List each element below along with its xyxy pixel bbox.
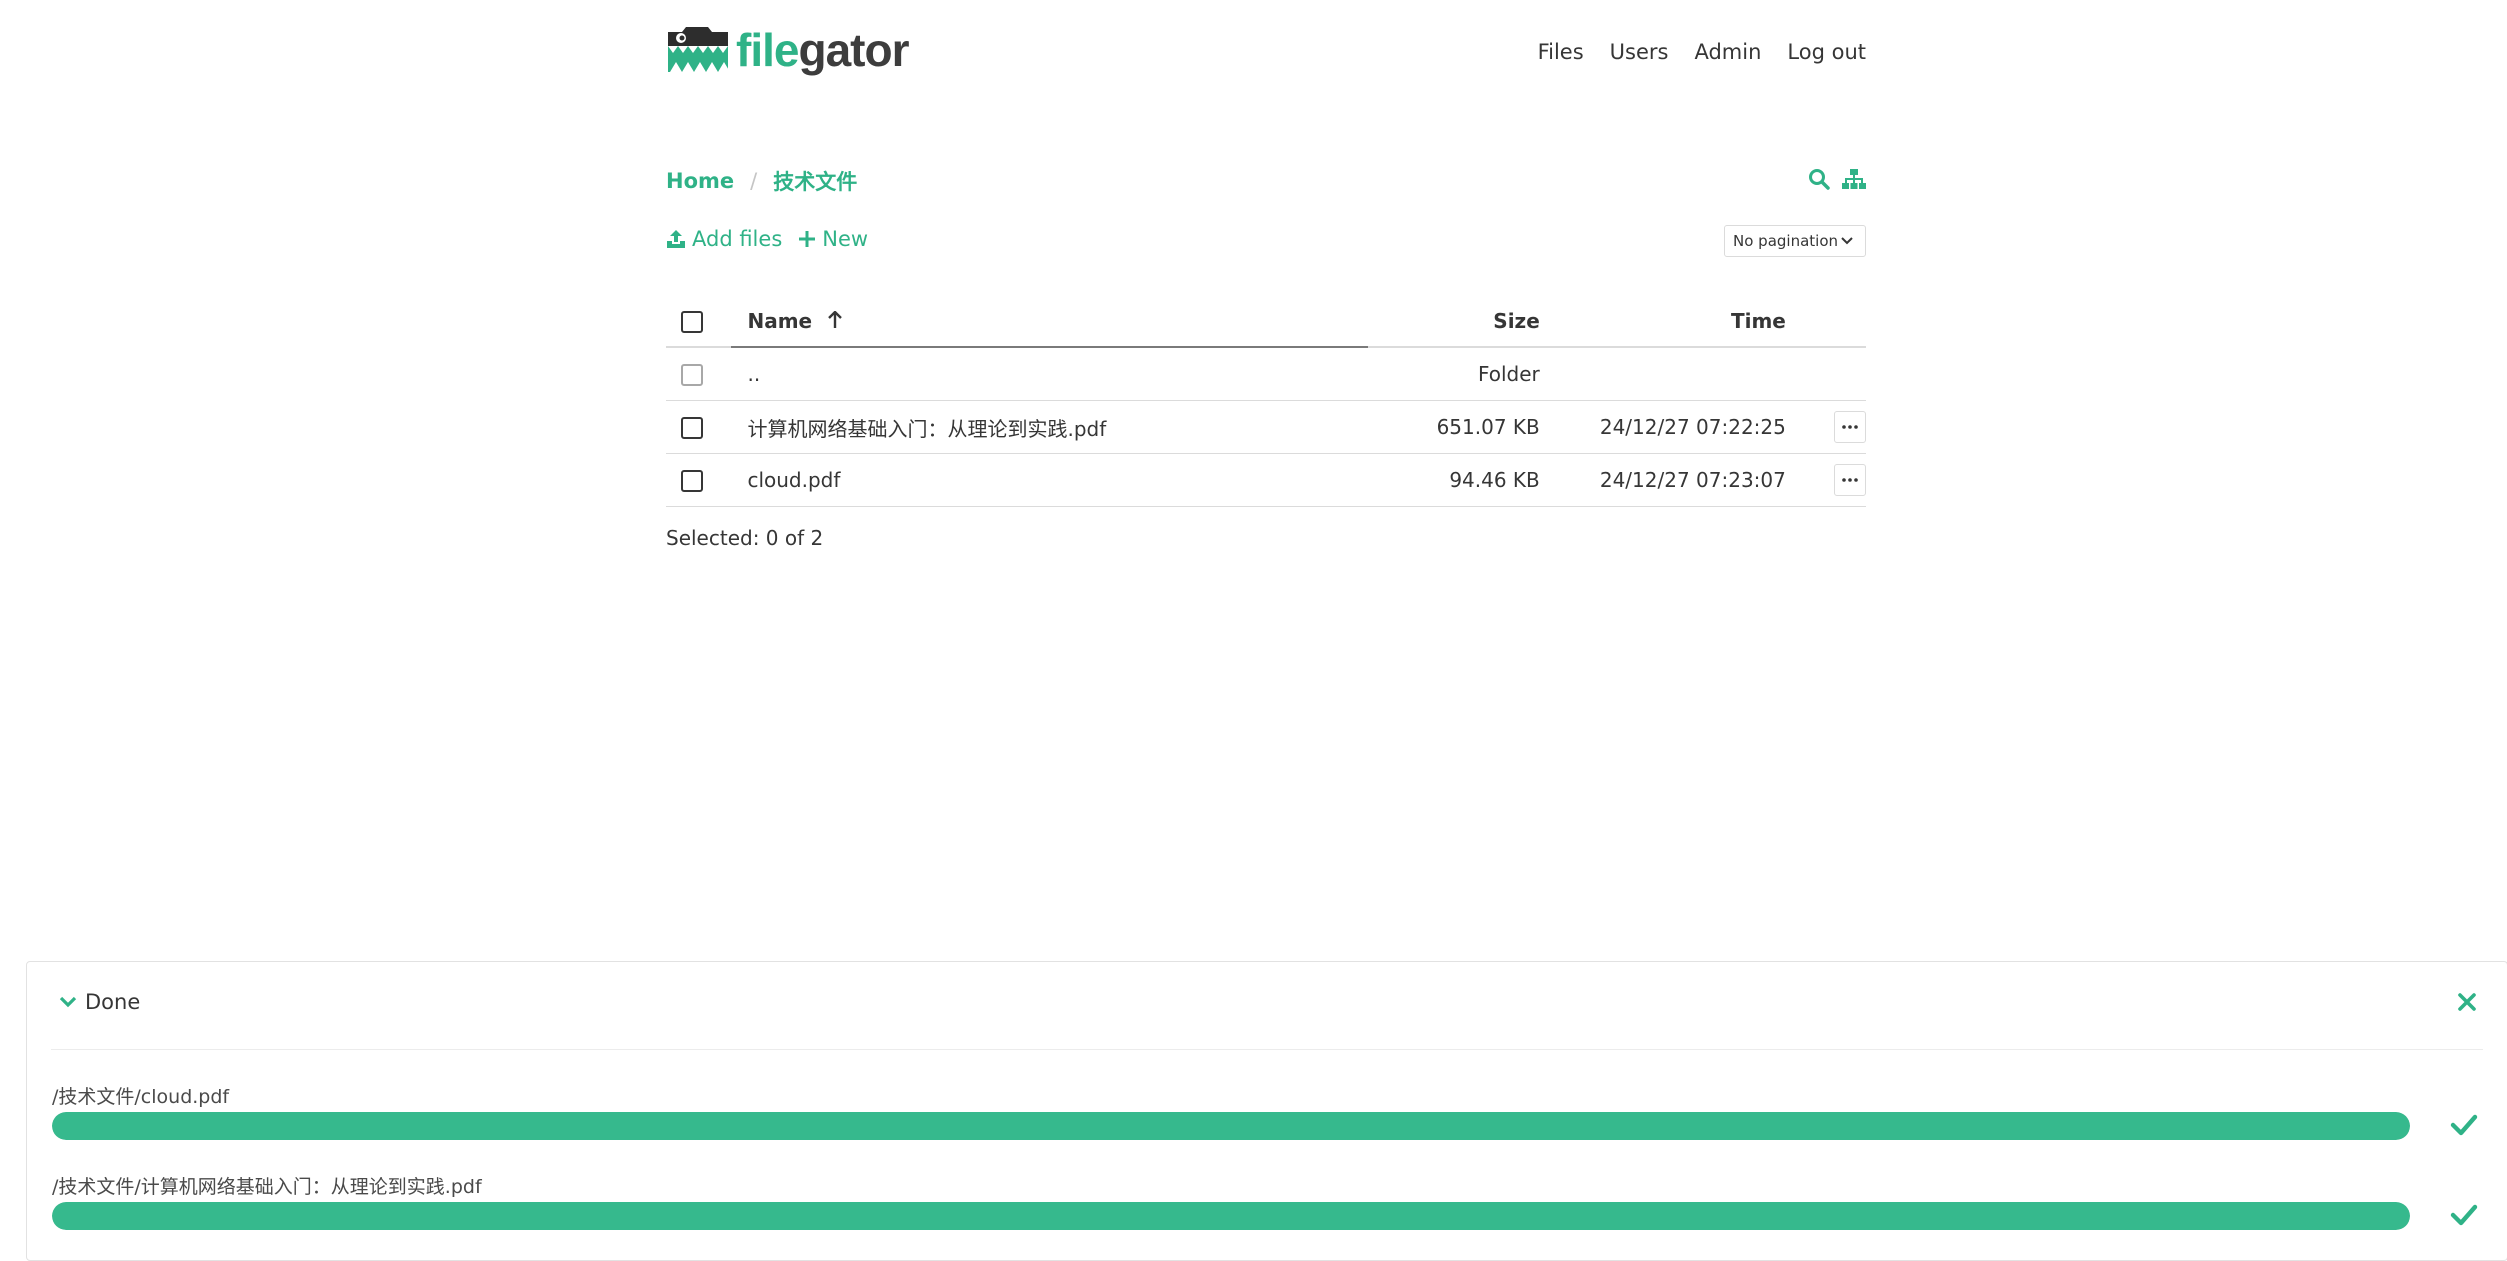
select-all-checkbox[interactable] xyxy=(681,311,703,334)
ellipsis-icon xyxy=(1842,478,1858,482)
table-row-parent[interactable]: .. Folder xyxy=(666,347,1866,401)
column-size-header[interactable]: Size xyxy=(1367,296,1540,348)
upload-item-path: /技术文件/cloud.pdf xyxy=(52,1086,230,1108)
row-size: Folder xyxy=(1367,347,1540,401)
upload-item: /技术文件/cloud.pdf xyxy=(52,1084,2482,1140)
row-menu-cell xyxy=(1785,453,1866,507)
row-time xyxy=(1539,347,1786,401)
top-nav: Files Users Admin Log out xyxy=(1512,36,1866,68)
nav-files-link[interactable]: Files xyxy=(1538,36,1584,68)
row-check-cell xyxy=(666,347,732,401)
add-files-label: Add files xyxy=(692,227,783,251)
row-size: 94.46 KB xyxy=(1367,453,1540,507)
row-menu-cell xyxy=(1785,400,1866,454)
column-name-header[interactable]: Name xyxy=(731,296,1368,348)
table-row[interactable]: cloud.pdf 94.46 KB 24/12/27 07:23:07 xyxy=(666,453,1866,507)
row-check-cell xyxy=(666,453,732,507)
ellipsis-icon xyxy=(1842,425,1858,429)
upload-progress-bar xyxy=(52,1112,2410,1140)
row-checkbox[interactable] xyxy=(681,364,703,387)
upload-panel-divider xyxy=(51,1049,2483,1050)
row-menu-button[interactable] xyxy=(1834,464,1866,496)
nav-admin-link[interactable]: Admin xyxy=(1694,36,1761,68)
column-size-label: Size xyxy=(1493,309,1540,333)
upload-status-label: Done xyxy=(85,990,141,1014)
upload-progress-bar xyxy=(52,1202,2410,1230)
pagination-select[interactable]: No pagination xyxy=(1724,225,1866,257)
nav-users-link[interactable]: Users xyxy=(1610,36,1669,68)
upload-panel-toggle[interactable]: Done xyxy=(59,990,140,1014)
table-row[interactable]: 计算机网络基础入门：从理论到实践.pdf 651.07 KB 24/12/27 … xyxy=(666,400,1866,454)
row-checkbox[interactable] xyxy=(681,470,703,493)
toolbar-icons xyxy=(1808,168,1866,190)
select-all-cell xyxy=(666,296,732,348)
chevron-down-icon xyxy=(1841,237,1853,245)
row-name[interactable]: cloud.pdf xyxy=(731,453,1368,507)
add-files-button[interactable]: Add files xyxy=(666,227,782,251)
column-time-header[interactable]: Time xyxy=(1539,296,1786,348)
row-name[interactable]: 计算机网络基础入门：从理论到实践.pdf xyxy=(731,400,1368,454)
sitemap-icon[interactable] xyxy=(1842,168,1866,190)
upload-icon xyxy=(667,230,685,248)
logo-wordmark: filegator xyxy=(736,24,909,76)
breadcrumb-separator: / xyxy=(750,169,758,193)
row-time: 24/12/27 07:22:25 xyxy=(1539,400,1786,454)
row-size: 651.07 KB xyxy=(1367,400,1540,454)
upload-progress-fill xyxy=(52,1202,2410,1230)
row-checkbox[interactable] xyxy=(681,417,703,440)
gator-folder-logo-icon xyxy=(668,27,730,72)
check-icon xyxy=(2450,1204,2478,1226)
upload-item: /技术文件/计算机网络基础入门：从理论到实践.pdf xyxy=(52,1174,2482,1230)
row-time: 24/12/27 07:23:07 xyxy=(1539,453,1786,507)
chevron-down-icon xyxy=(59,996,77,1008)
column-name-label: Name xyxy=(747,309,813,333)
arrow-up-icon xyxy=(828,310,842,328)
search-icon[interactable] xyxy=(1808,168,1830,190)
plus-icon xyxy=(799,231,816,247)
upload-panel-header: Done xyxy=(27,962,2507,1050)
row-menu-button[interactable] xyxy=(1834,411,1866,443)
row-name[interactable]: .. xyxy=(731,347,1368,401)
new-label: New xyxy=(822,227,869,251)
row-menu-cell xyxy=(1785,347,1866,401)
row-check-cell xyxy=(666,400,732,454)
selection-status: Selected: 0 of 2 xyxy=(666,526,824,550)
new-button[interactable]: New xyxy=(798,227,868,251)
file-actions: Add files New xyxy=(666,227,884,251)
column-menu-header xyxy=(1785,296,1866,348)
nav-logout-link[interactable]: Log out xyxy=(1787,36,1866,68)
check-icon xyxy=(2450,1114,2478,1136)
app-logo[interactable]: filegator xyxy=(666,24,909,76)
close-icon[interactable] xyxy=(2457,992,2477,1012)
breadcrumb: Home / 技术文件 xyxy=(666,166,857,196)
breadcrumb-home[interactable]: Home xyxy=(666,169,734,193)
pagination-value: No pagination xyxy=(1733,232,1838,250)
upload-progress-fill xyxy=(52,1112,2410,1140)
upload-panel: Done /技术文件/cloud.pdf /技术文件/计算机网络基础入门：从理论… xyxy=(26,961,2507,1261)
breadcrumb-current[interactable]: 技术文件 xyxy=(773,166,857,196)
file-table: Name Size Time .. Folder 计算机网络基础入门：从理论到实… xyxy=(666,296,1866,507)
column-time-label: Time xyxy=(1730,309,1786,333)
main-container: filegator Files Users Admin Log out Home… xyxy=(666,0,1866,560)
table-header-row: Name Size Time xyxy=(666,296,1866,348)
upload-item-path: /技术文件/计算机网络基础入门：从理论到实践.pdf xyxy=(52,1176,482,1198)
logo-text-file: file xyxy=(736,24,799,76)
logo-text-gator: gator xyxy=(798,24,909,76)
